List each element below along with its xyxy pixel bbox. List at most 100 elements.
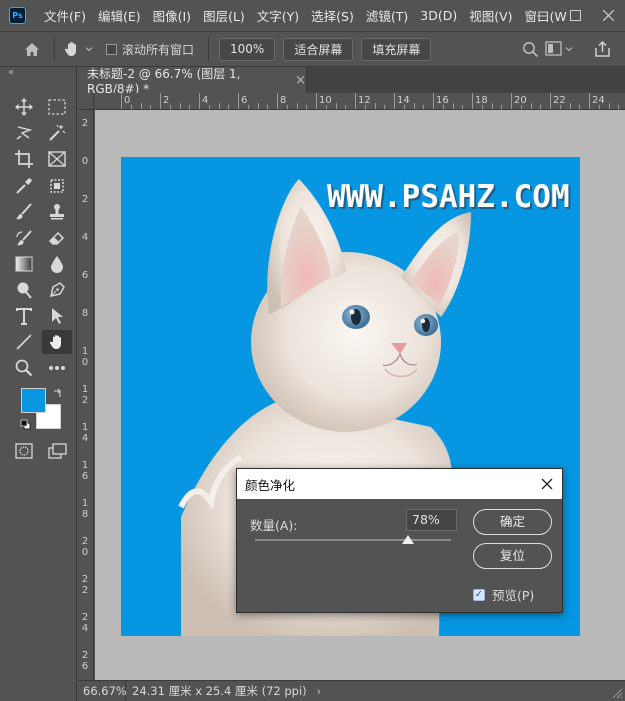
ruler-h-label: 2 xyxy=(163,95,170,106)
ruler-tick xyxy=(218,103,220,109)
foreground-color-swatch[interactable] xyxy=(21,388,46,413)
ellipsis-icon xyxy=(49,366,65,370)
ruler-tick xyxy=(579,105,581,109)
checkbox-box xyxy=(106,43,117,55)
clone-stamp-tool[interactable] xyxy=(42,200,72,224)
ruler-tick xyxy=(462,105,464,109)
blur-tool[interactable] xyxy=(42,252,72,276)
workspace-switcher[interactable] xyxy=(545,41,573,56)
swap-colors-button[interactable] xyxy=(53,387,63,401)
eraser-icon xyxy=(48,231,65,245)
ruler-tick xyxy=(169,105,171,109)
line-tool[interactable] xyxy=(9,330,39,354)
more-tools[interactable] xyxy=(42,356,72,380)
document-tab[interactable]: 未标题-2 @ 66.7% (图层 1, RGB/8#) * × xyxy=(78,67,307,96)
fill-screen-button[interactable]: 填充屏幕 xyxy=(361,37,432,61)
home-button[interactable] xyxy=(18,42,46,57)
spot-healing-tool[interactable] xyxy=(42,174,72,198)
amount-slider-track[interactable] xyxy=(255,539,451,541)
ruler-tick xyxy=(121,93,122,109)
resize-grip-icon[interactable] xyxy=(612,688,623,699)
type-tool[interactable] xyxy=(9,304,39,328)
ruler-tick xyxy=(413,103,415,109)
eyedropper-tool[interactable] xyxy=(9,174,39,198)
ruler-tick xyxy=(403,105,405,109)
ruler-v-label: 1 4 xyxy=(81,422,89,444)
ruler-tick xyxy=(208,105,210,109)
search-button[interactable] xyxy=(522,41,539,61)
ruler-v-label: 2 6 xyxy=(81,650,89,672)
quick-mask-button[interactable] xyxy=(9,439,39,463)
menu-view[interactable]: 视图(V) xyxy=(463,6,518,25)
zoom-tool[interactable] xyxy=(9,356,39,380)
fit-screen-button[interactable]: 适合屏幕 xyxy=(283,37,354,61)
preview-checkmark-icon: ✓ xyxy=(473,588,485,601)
amount-slider-thumb[interactable] xyxy=(401,535,414,544)
brush-tool[interactable] xyxy=(9,200,39,224)
ruler-tick xyxy=(384,105,386,109)
magic-wand-tool[interactable] xyxy=(42,121,72,145)
hand-tool-preset[interactable] xyxy=(63,40,94,58)
minimize-button[interactable] xyxy=(526,0,559,31)
gradient-icon xyxy=(15,256,33,272)
collapse-panel-icon[interactable]: « xyxy=(8,67,14,78)
ruler-tick xyxy=(491,103,493,109)
close-tab-icon[interactable]: × xyxy=(295,73,306,88)
menu-file[interactable]: 文件(F) xyxy=(38,6,92,25)
ruler-v-label: 1 8 xyxy=(81,498,89,520)
default-colors-button[interactable] xyxy=(20,419,31,433)
ruler-tick xyxy=(130,105,132,109)
screen-mode-button[interactable] xyxy=(42,439,72,463)
ruler-tick xyxy=(442,105,444,109)
hand-tool[interactable] xyxy=(42,330,72,354)
status-menu-arrow-icon[interactable]: › xyxy=(317,684,322,698)
zoom-100-button[interactable]: 100% xyxy=(219,37,276,61)
ruler-tick xyxy=(423,105,425,109)
menu-edit[interactable]: 编辑(E) xyxy=(92,6,147,25)
ruler-v-label: 2 0 xyxy=(81,536,89,558)
move-tool[interactable] xyxy=(9,95,39,119)
reset-button[interactable]: 复位 xyxy=(473,543,552,569)
screen-mode-icon xyxy=(47,443,67,459)
lasso-tool[interactable] xyxy=(9,121,39,145)
menu-3d[interactable]: 3D(D) xyxy=(414,8,463,23)
history-brush-tool[interactable] xyxy=(9,226,39,250)
preview-checkbox[interactable]: ✓ 预览(P) xyxy=(473,585,534,604)
status-zoom-field[interactable]: 66.67% xyxy=(78,680,127,701)
scroll-all-windows-checkbox[interactable]: 滚动所有窗口 xyxy=(106,41,194,58)
frame-tool[interactable] xyxy=(42,147,72,171)
ruler-tick xyxy=(150,105,152,109)
dialog-close-button[interactable] xyxy=(541,475,553,494)
ruler-h-label: 4 xyxy=(202,95,209,106)
close-icon xyxy=(603,10,614,21)
dialog-title-bar[interactable]: 颜色净化 xyxy=(237,469,562,499)
share-button[interactable] xyxy=(594,40,611,61)
menu-bar: Ps 文件(F) 编辑(E) 图像(I) 图层(L) 文字(Y) 选择(S) 滤… xyxy=(0,0,625,31)
path-selection-tool[interactable] xyxy=(42,304,72,328)
window-controls xyxy=(526,0,625,31)
gradient-tool[interactable] xyxy=(9,252,39,276)
ok-button[interactable]: 确定 xyxy=(473,509,552,535)
menu-filter[interactable]: 滤镜(T) xyxy=(360,6,414,25)
maximize-button[interactable] xyxy=(559,0,592,31)
crop-tool[interactable] xyxy=(9,147,39,171)
ruler-tick xyxy=(257,103,259,109)
eraser-tool[interactable] xyxy=(42,226,72,250)
menu-layer[interactable]: 图层(L) xyxy=(197,6,251,25)
pen-tool[interactable] xyxy=(42,278,72,302)
amount-input[interactable]: 78% xyxy=(406,509,457,531)
marquee-tool[interactable] xyxy=(42,95,72,119)
menu-select[interactable]: 选择(S) xyxy=(305,6,360,25)
ruler-tick xyxy=(374,103,376,109)
close-window-button[interactable] xyxy=(592,0,625,31)
menu-image[interactable]: 图像(I) xyxy=(147,6,197,25)
ruler-v-label: 1 6 xyxy=(81,460,89,482)
patch-icon xyxy=(50,179,64,193)
dodge-tool[interactable] xyxy=(9,278,39,302)
ruler-origin[interactable] xyxy=(78,93,94,110)
zoom-icon xyxy=(15,359,33,377)
horizontal-ruler[interactable]: 0 2 4 6 8 10 12 14 16 18 20 22 24 xyxy=(94,93,625,110)
divider xyxy=(208,37,210,61)
menu-type[interactable]: 文字(Y) xyxy=(251,6,305,25)
vertical-ruler[interactable]: 2 0 2 4 6 8 1 0 1 2 1 4 1 6 1 8 2 0 2 2 2 4 2 6 xyxy=(78,110,94,680)
